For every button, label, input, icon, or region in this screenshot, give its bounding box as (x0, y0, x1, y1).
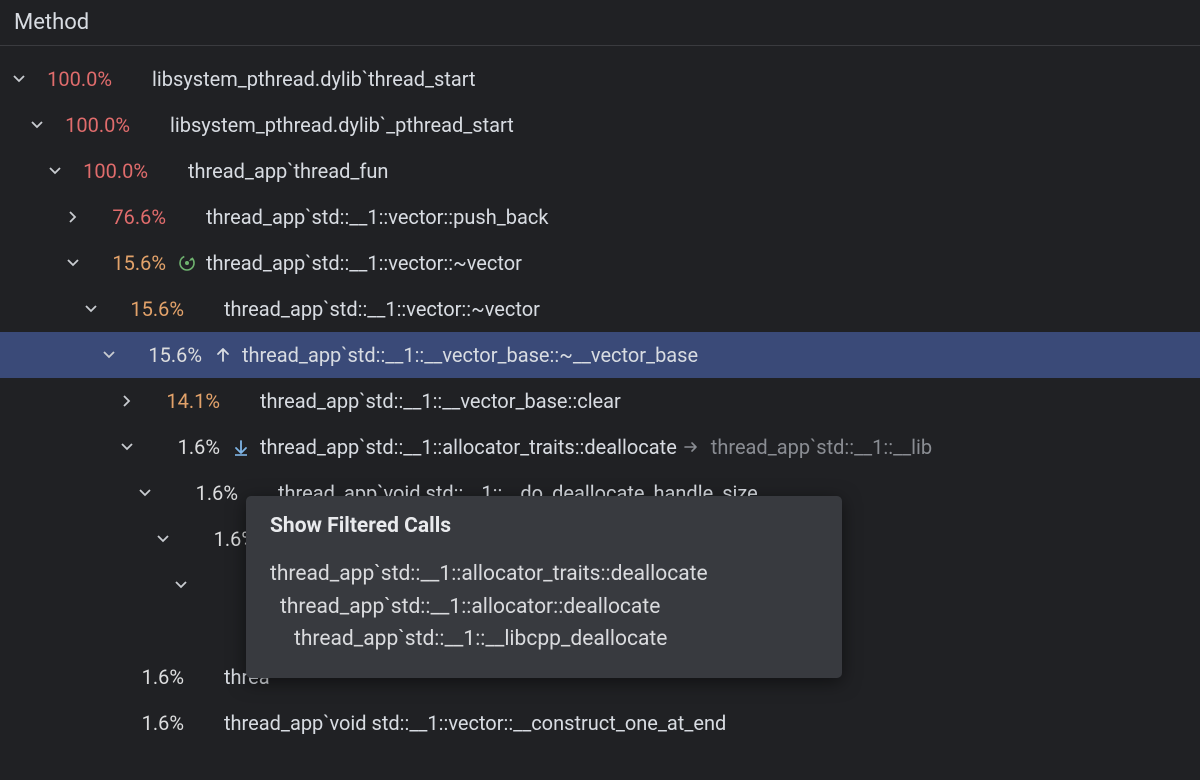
chevron-right-icon[interactable] (114, 394, 140, 408)
percent: 14.1% (140, 389, 226, 413)
chevron-down-icon[interactable] (6, 72, 32, 86)
percent: 15.6% (86, 251, 172, 275)
chevron-down-icon[interactable] (132, 486, 158, 500)
profiler-panel: Method 100.0% libsystem_pthread.dylib`th… (0, 0, 1200, 780)
tree-row[interactable]: 15.6% thread_app`std::__1::vector::~vect… (0, 286, 1200, 332)
method-name: thread_app`std::__1::__vector_base::clea… (256, 389, 621, 413)
method-tail: thread_app`std::__1::__lib (705, 435, 932, 459)
chevron-down-icon[interactable] (60, 256, 86, 270)
tooltip-line: thread_app`std::__1::allocator::dealloca… (270, 591, 818, 624)
column-header[interactable]: Method (0, 0, 1200, 46)
chevron-down-icon[interactable] (78, 302, 104, 316)
percent: 1.6% (140, 435, 226, 459)
chevron-down-icon[interactable] (114, 440, 140, 454)
arrow-down-icon (226, 438, 256, 456)
tree-row[interactable]: 15.6% thread_app`std::__1::vector::~vect… (0, 240, 1200, 286)
filtered-calls-tooltip: Show Filtered Calls thread_app`std::__1:… (246, 496, 842, 678)
method-name: thread_app`thread_fun (184, 159, 388, 183)
percent: 15.6% (104, 297, 190, 321)
percent: 76.6% (86, 205, 172, 229)
percent: 1.6% (104, 711, 190, 735)
percent: 100.0% (50, 113, 136, 137)
method-name: thread_app`void std::__1::vector::__cons… (220, 711, 726, 735)
arrow-up-icon (208, 346, 238, 364)
chevron-down-icon[interactable] (150, 532, 176, 546)
percent: 1.6% (158, 481, 244, 505)
chevron-down-icon[interactable] (42, 164, 68, 178)
tree-row[interactable]: 1.6% thread_app`void std::__1::vector::_… (0, 700, 1200, 746)
percent: 100.0% (32, 67, 118, 91)
method-name: thread_app`std::__1::vector::push_back (202, 205, 548, 229)
tree-row-selected[interactable]: 15.6% thread_app`std::__1::__vector_base… (0, 332, 1200, 378)
tooltip-line: thread_app`std::__1::allocator_traits::d… (270, 558, 818, 591)
tree-row[interactable]: 76.6% thread_app`std::__1::vector::push_… (0, 194, 1200, 240)
chevron-right-icon[interactable] (60, 210, 86, 224)
percent: 1.6% (104, 665, 190, 689)
method-name: thread_app`std::__1::vector::~vector (202, 251, 522, 275)
recursive-icon (172, 254, 202, 272)
method-name: thread_app`std::__1::__vector_base::~__v… (238, 343, 698, 367)
method-name: thread_app`std::__1::vector::~vector (220, 297, 540, 321)
column-header-label: Method (14, 10, 89, 35)
tooltip-line: thread_app`std::__1::__libcpp_deallocate (270, 623, 818, 656)
tree-row[interactable]: 100.0% libsystem_pthread.dylib`_pthread_… (0, 102, 1200, 148)
percent: 100.0% (68, 159, 154, 183)
method-name: libsystem_pthread.dylib`_pthread_start (166, 113, 514, 137)
chevron-down-icon[interactable] (24, 118, 50, 132)
method-name: thread_app`std::__1::allocator_traits::d… (256, 435, 677, 459)
tree-row[interactable]: 100.0% libsystem_pthread.dylib`thread_st… (0, 56, 1200, 102)
method-name: libsystem_pthread.dylib`thread_start (148, 67, 476, 91)
chevron-down-icon[interactable] (96, 348, 122, 362)
tree-row[interactable]: 100.0% thread_app`thread_fun (0, 148, 1200, 194)
chevron-down-icon[interactable] (168, 578, 194, 592)
tree-row[interactable]: 14.1% thread_app`std::__1::__vector_base… (0, 378, 1200, 424)
percent: 15.6% (122, 343, 208, 367)
tree-row[interactable]: 1.6% thread_app`std::__1::allocator_trai… (0, 424, 1200, 470)
tooltip-title: Show Filtered Calls (270, 514, 818, 538)
arrow-right-icon (677, 439, 705, 455)
